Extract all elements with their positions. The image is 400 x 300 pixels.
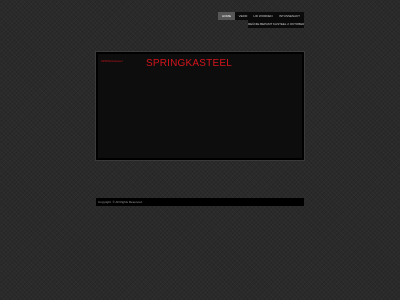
- nav-item-intussenakt[interactable]: INTUSSENAKT: [275, 12, 304, 20]
- nav-row-primary: HOME VERIF LID WORDEN INTUSSENAKT: [218, 12, 304, 20]
- nav-item-home[interactable]: HOME: [218, 12, 235, 20]
- site-title: SPRINGKASTEEL: [146, 58, 232, 69]
- main-navigation: HOME VERIF LID WORDEN INTUSSENAKT REÜNIE…: [218, 12, 304, 28]
- nav-item-reunie[interactable]: REÜNIE BEPAMT KASTEEL 2 OKTOBER 2016: [248, 20, 304, 28]
- nav-item-verif[interactable]: VERIF: [235, 12, 251, 20]
- nav-row-secondary: REÜNIE BEPAMT KASTEEL 2 OKTOBER 2016: [218, 20, 304, 28]
- copyright-text: Copyright. © All Rights Reserved.: [98, 200, 143, 204]
- footer-bar: Copyright. © All Rights Reserved.: [96, 198, 304, 206]
- site-logo[interactable]: SPRINGKasteel: [101, 59, 123, 63]
- nav-item-lid-worden[interactable]: LID WORDEN: [251, 12, 275, 20]
- main-content-box: SPRINGKasteel SPRINGKASTEEL: [96, 52, 304, 160]
